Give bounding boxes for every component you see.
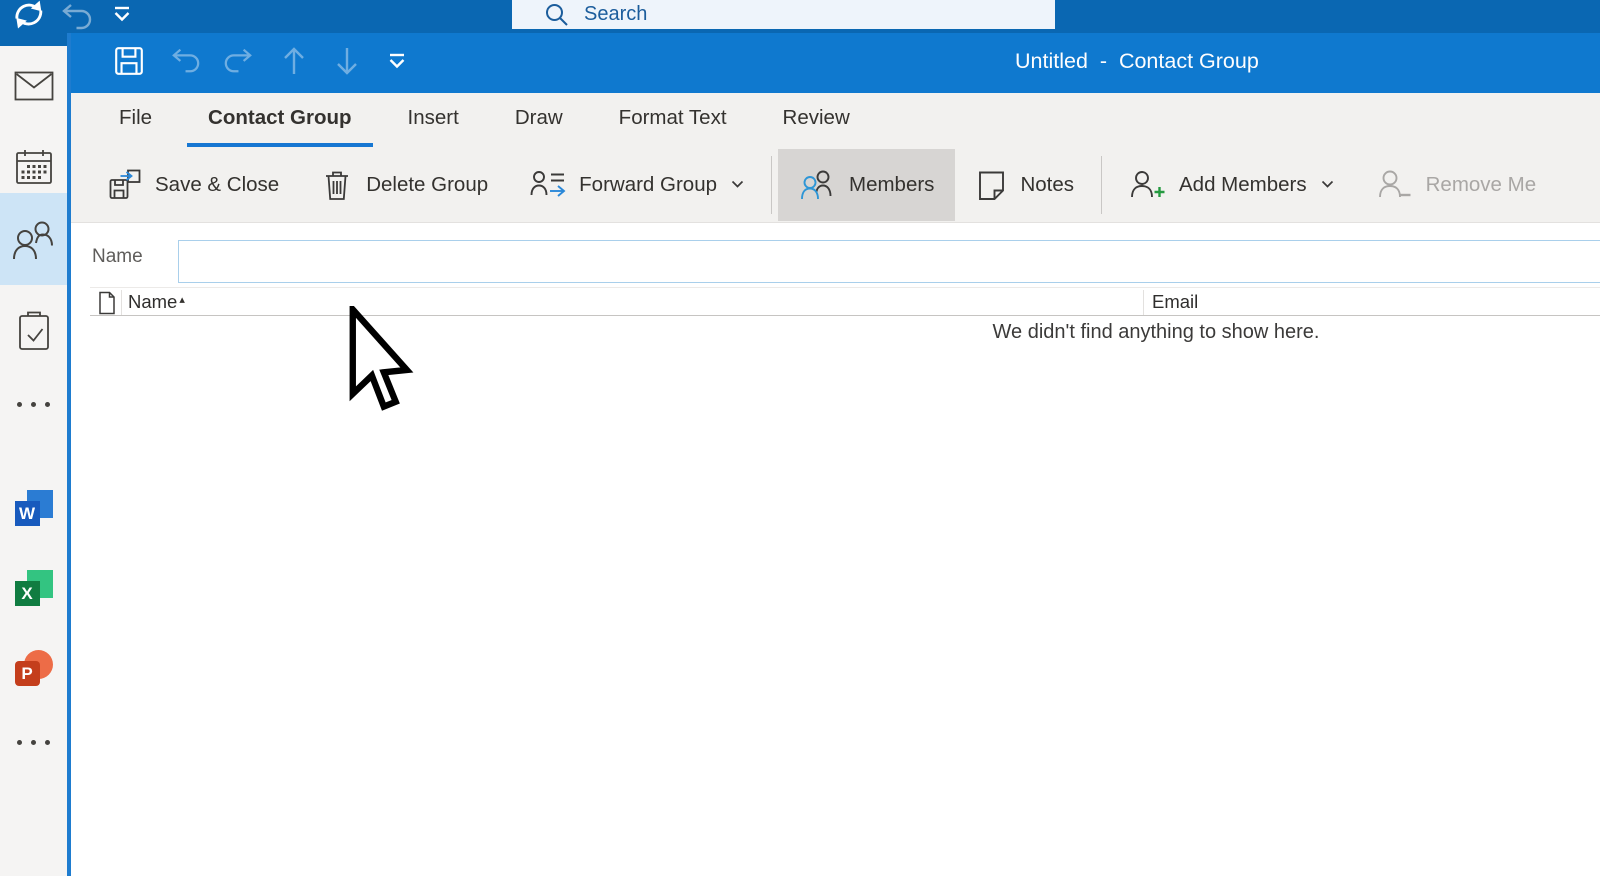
button-label: Delete Group	[366, 173, 488, 197]
button-label: Remove Me	[1426, 173, 1537, 197]
column-header-name[interactable]: Name▴	[128, 291, 185, 313]
name-field-label: Name	[92, 244, 143, 270]
empty-list-message: We didn't find anything to show here.	[771, 321, 1541, 344]
tab-format-text[interactable]: Format Text	[598, 93, 748, 147]
contact-group-window: Untitled - Contact Group File Contact Gr…	[67, 33, 1600, 876]
members-button[interactable]: Members	[778, 149, 955, 221]
delete-group-button[interactable]: Delete Group	[300, 149, 509, 221]
sort-asc-icon: ▴	[179, 294, 185, 306]
ellipsis-icon	[17, 732, 50, 752]
add-members-icon	[1129, 168, 1166, 202]
mouse-cursor	[348, 306, 418, 418]
ribbon-separator	[1101, 156, 1102, 214]
clipboard-check-icon	[16, 310, 52, 352]
ribbon-tabs: File Contact Group Insert Draw Format Te…	[71, 93, 1600, 147]
sidebar-item-mail[interactable]	[0, 71, 67, 102]
forward-group-button[interactable]: Forward Group	[509, 149, 765, 221]
powerpoint-icon: P	[15, 650, 53, 686]
sidebar-item-more-apps[interactable]	[0, 394, 67, 414]
remove-member-icon	[1376, 168, 1413, 202]
trash-icon	[321, 168, 353, 202]
save-and-close-button[interactable]: Save & Close	[87, 149, 300, 221]
sidebar-item-more[interactable]	[0, 732, 67, 752]
sidebar-item-tasks[interactable]	[0, 310, 67, 352]
button-label: Add Members	[1179, 173, 1307, 197]
group-name-input[interactable]	[178, 240, 1600, 283]
customize-toolbar-chevron-icon[interactable]	[387, 53, 407, 70]
undo-icon[interactable]	[60, 0, 94, 32]
column-divider	[121, 290, 122, 315]
calendar-icon	[15, 148, 53, 186]
redo-icon[interactable]	[222, 45, 254, 75]
button-label: Members	[849, 173, 934, 197]
arrow-up-icon[interactable]	[281, 45, 307, 77]
save-and-close-icon	[108, 168, 142, 202]
tab-draw[interactable]: Draw	[494, 93, 584, 147]
add-members-button[interactable]: Add Members	[1108, 149, 1355, 221]
search-placeholder: Search	[584, 3, 647, 26]
sidebar-item-word[interactable]: W	[0, 490, 67, 526]
people-icon	[11, 219, 57, 263]
notes-button[interactable]: Notes	[955, 149, 1095, 221]
tab-insert[interactable]: Insert	[387, 93, 480, 147]
chevron-down-icon	[1321, 180, 1334, 189]
column-header-email[interactable]: Email	[1152, 291, 1198, 313]
mail-icon	[14, 71, 54, 102]
excel-icon: X	[15, 570, 53, 606]
sidebar-item-excel[interactable]: X	[0, 570, 67, 606]
customize-toolbar-chevron-icon[interactable]	[112, 6, 132, 23]
column-divider	[1143, 290, 1144, 315]
search-box[interactable]: Search	[512, 0, 1055, 29]
notes-icon	[976, 169, 1007, 201]
ribbon-separator	[771, 156, 772, 214]
tab-review[interactable]: Review	[762, 93, 871, 147]
arrow-down-icon[interactable]	[334, 45, 360, 77]
save-icon[interactable]	[113, 45, 145, 77]
window-titlebar: Untitled - Contact Group	[71, 33, 1600, 93]
sidebar-item-powerpoint[interactable]: P	[0, 650, 67, 686]
search-icon	[544, 2, 570, 28]
members-table-header: Name▴ Email	[90, 287, 1600, 316]
sidebar-item-calendar[interactable]	[0, 148, 67, 186]
document-icon	[97, 291, 117, 315]
tab-contact-group[interactable]: Contact Group	[187, 93, 373, 147]
app-sidebar: W X P	[0, 46, 67, 876]
sidebar-item-people[interactable]	[0, 219, 67, 263]
forward-group-icon	[530, 168, 566, 202]
button-label: Forward Group	[579, 173, 717, 197]
sync-icon[interactable]	[8, 0, 48, 34]
undo-icon[interactable]	[170, 45, 202, 75]
remove-member-button: Remove Me	[1355, 149, 1558, 221]
tab-file[interactable]: File	[98, 93, 173, 147]
window-title: Untitled - Contact Group	[1015, 49, 1259, 74]
button-label: Notes	[1020, 173, 1074, 197]
chevron-down-icon	[731, 180, 744, 189]
ellipsis-icon	[17, 394, 50, 414]
members-icon	[799, 169, 836, 201]
ribbon-commands: Save & Close Delete Group	[71, 147, 1600, 223]
word-icon: W	[15, 490, 53, 526]
button-label: Save & Close	[155, 173, 279, 197]
